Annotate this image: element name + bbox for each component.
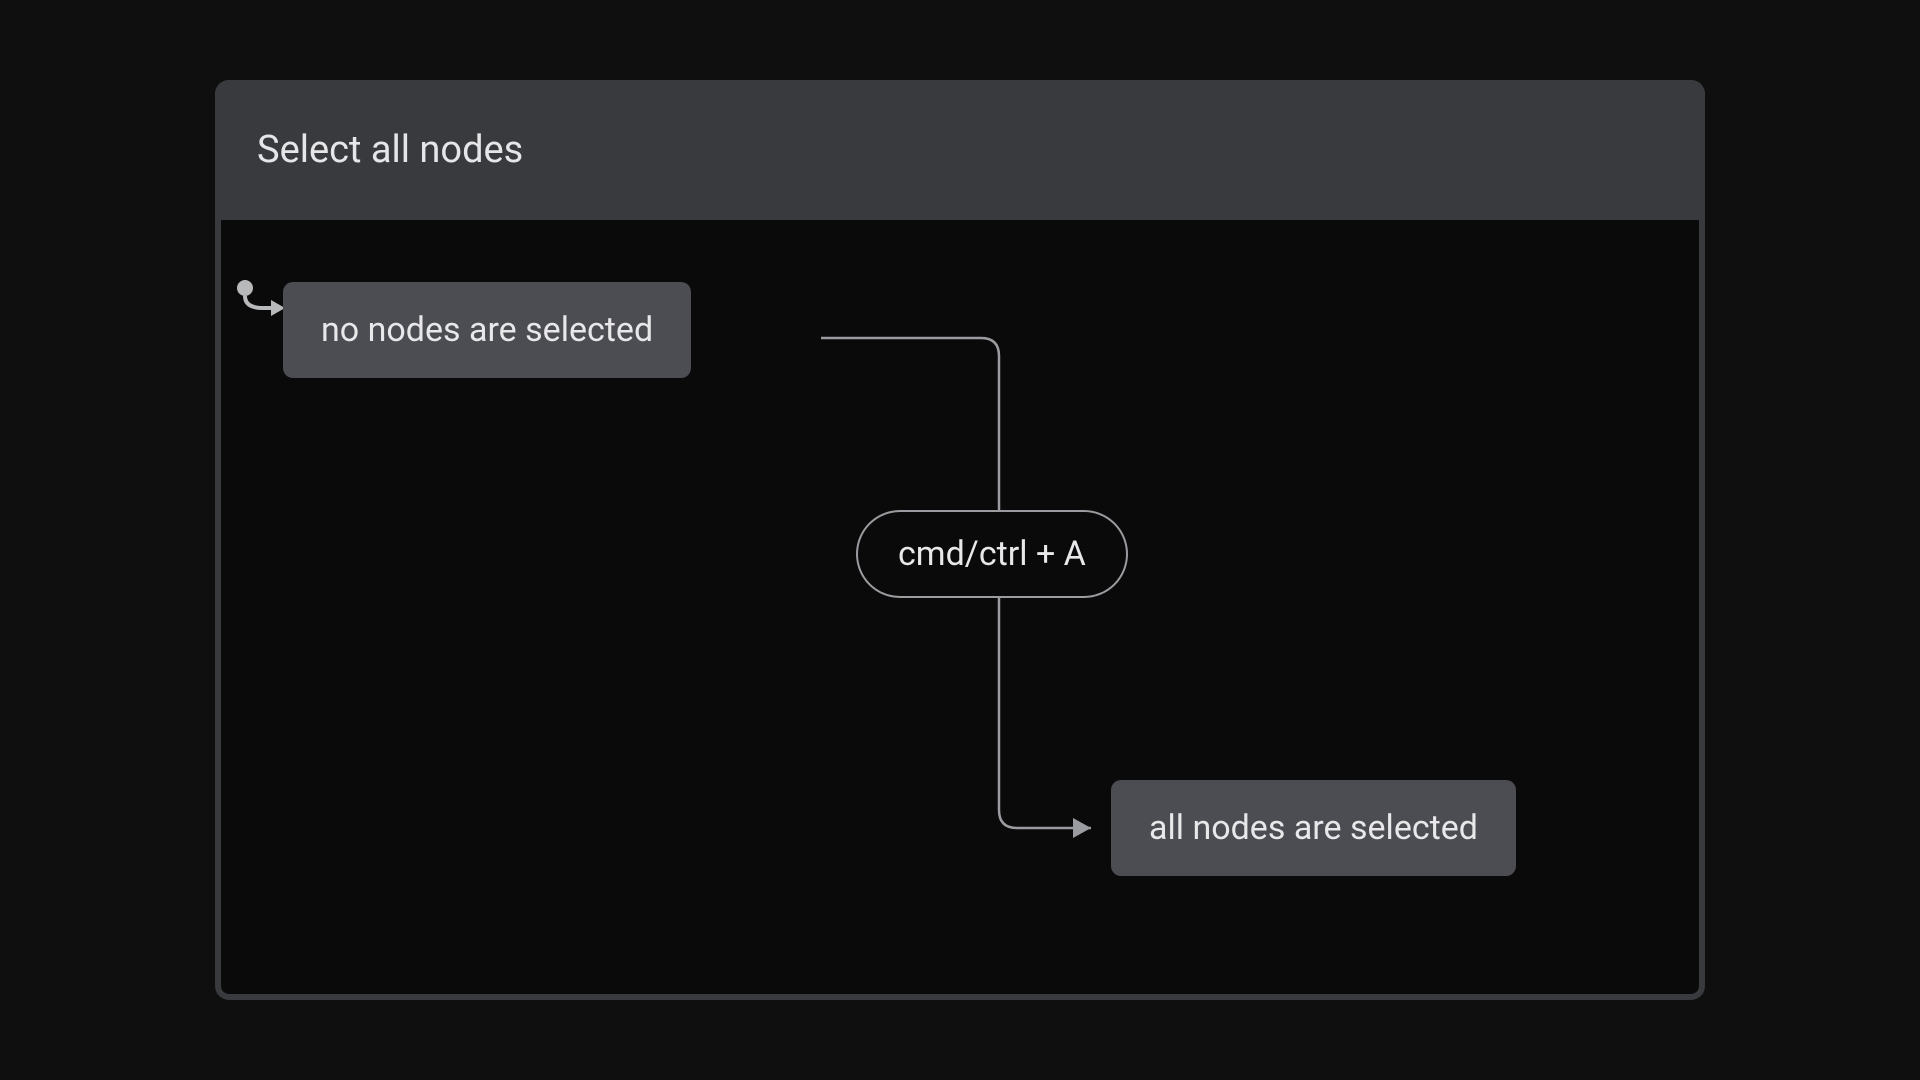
state-label: all nodes are selected: [1149, 808, 1478, 848]
state-node-initial[interactable]: no nodes are selected: [283, 282, 691, 378]
panel-header: Select all nodes: [215, 80, 1705, 220]
state-label: no nodes are selected: [321, 310, 653, 350]
transition-text: cmd/ctrl + A: [898, 534, 1086, 574]
diagram-panel: Select all nodes no nodes are selected c…: [215, 80, 1705, 1000]
state-node-final[interactable]: all nodes are selected: [1111, 780, 1516, 876]
diagram-canvas[interactable]: no nodes are selected cmd/ctrl + A all n…: [221, 220, 1699, 994]
panel-title: Select all nodes: [257, 128, 523, 172]
transition-label[interactable]: cmd/ctrl + A: [856, 510, 1128, 598]
